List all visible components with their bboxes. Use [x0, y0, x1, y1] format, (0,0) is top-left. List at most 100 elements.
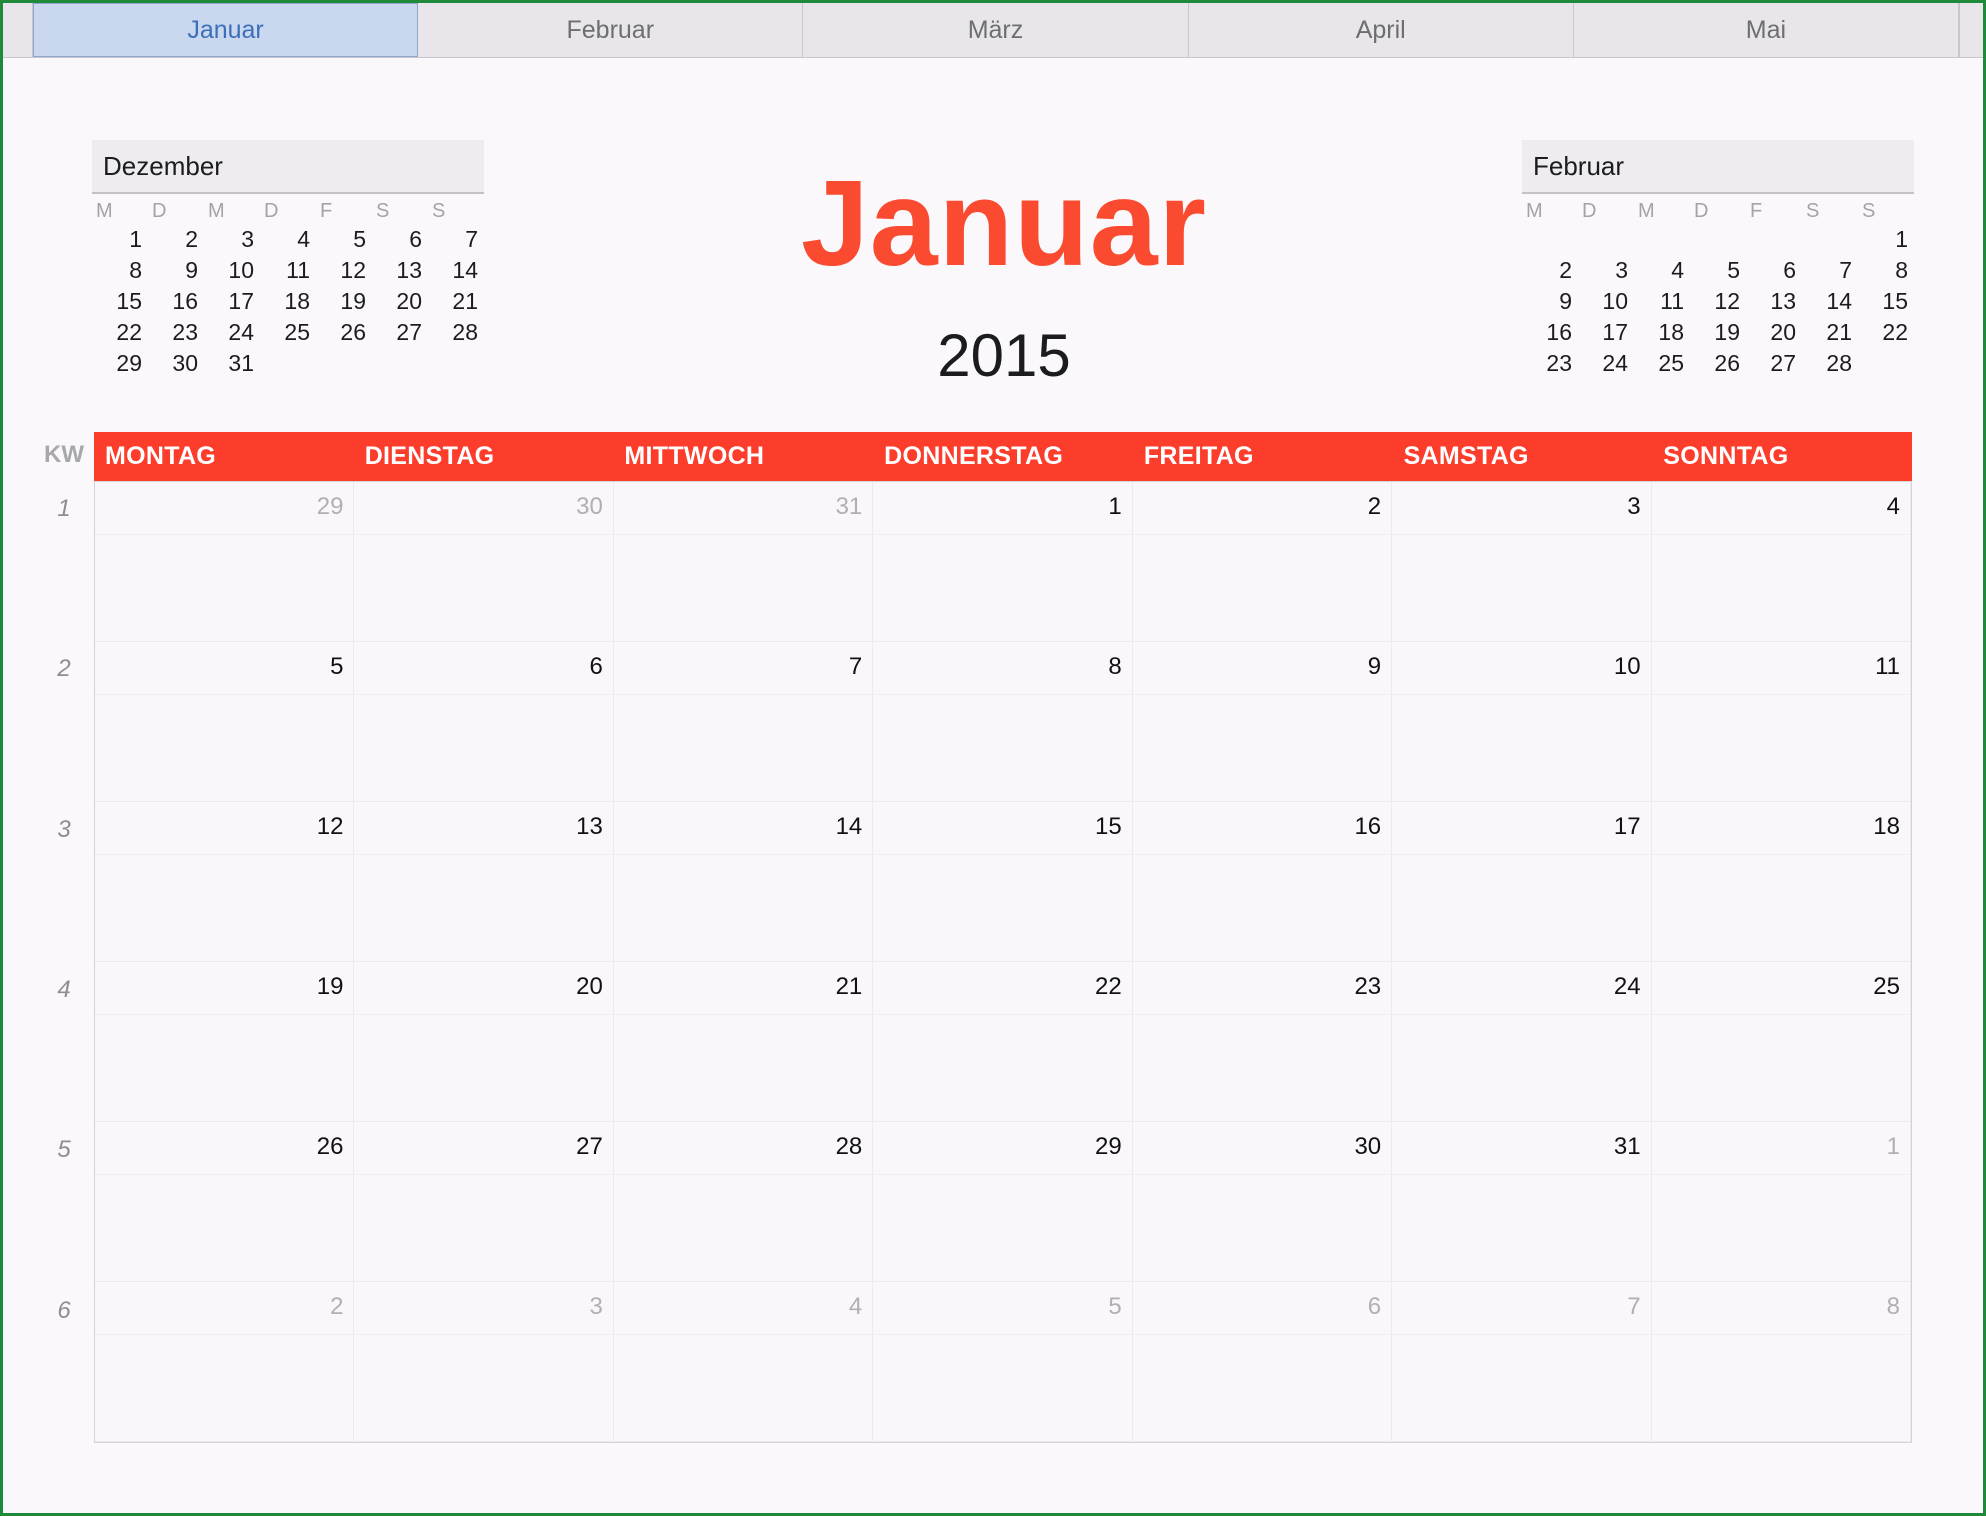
mini-day[interactable]: 16: [1522, 317, 1578, 348]
day-cell[interactable]: 20: [354, 962, 614, 1122]
mini-day[interactable]: 11: [1634, 286, 1690, 317]
day-cell[interactable]: 2: [95, 1282, 355, 1442]
tab-maerz[interactable]: März: [803, 3, 1189, 57]
mini-day[interactable]: 27: [1746, 348, 1802, 379]
mini-day[interactable]: 14: [1802, 286, 1858, 317]
mini-day[interactable]: 11: [260, 255, 316, 286]
tab-januar[interactable]: Januar: [32, 3, 419, 57]
mini-day[interactable]: 24: [204, 317, 260, 348]
mini-day[interactable]: 28: [1802, 348, 1858, 379]
day-cell[interactable]: 16: [1132, 802, 1393, 962]
mini-day[interactable]: 10: [204, 255, 260, 286]
day-cell[interactable]: 7: [1392, 1282, 1652, 1442]
mini-day[interactable]: 20: [1746, 317, 1802, 348]
mini-day[interactable]: 7: [428, 224, 484, 255]
mini-day[interactable]: 10: [1578, 286, 1634, 317]
mini-day[interactable]: 7: [1802, 255, 1858, 286]
mini-day[interactable]: 28: [428, 317, 484, 348]
day-cell[interactable]: 6: [1132, 1282, 1393, 1442]
mini-day[interactable]: 5: [1690, 255, 1746, 286]
mini-day[interactable]: 4: [1634, 255, 1690, 286]
mini-day[interactable]: 9: [1522, 286, 1578, 317]
mini-day[interactable]: 13: [1746, 286, 1802, 317]
day-cell[interactable]: 24: [1392, 962, 1652, 1122]
mini-day[interactable]: 23: [1522, 348, 1578, 379]
day-cell[interactable]: 2: [1132, 482, 1393, 642]
day-cell[interactable]: 21: [613, 962, 874, 1122]
day-cell[interactable]: 11: [1651, 642, 1911, 802]
mini-day[interactable]: 12: [1690, 286, 1746, 317]
day-cell[interactable]: 1: [873, 482, 1133, 642]
mini-day[interactable]: 21: [1802, 317, 1858, 348]
day-cell[interactable]: 4: [613, 1282, 874, 1442]
day-cell[interactable]: 12: [95, 802, 355, 962]
day-cell[interactable]: 3: [354, 1282, 614, 1442]
day-cell[interactable]: 5: [95, 642, 355, 802]
day-cell[interactable]: 8: [1651, 1282, 1911, 1442]
mini-day[interactable]: 1: [92, 224, 148, 255]
mini-day[interactable]: 8: [1858, 255, 1914, 286]
day-cell[interactable]: 15: [873, 802, 1133, 962]
mini-day[interactable]: 17: [1578, 317, 1634, 348]
day-cell[interactable]: 13: [354, 802, 614, 962]
mini-day[interactable]: 9: [148, 255, 204, 286]
day-cell[interactable]: 27: [354, 1122, 614, 1282]
mini-day[interactable]: 19: [316, 286, 372, 317]
day-cell[interactable]: 31: [1392, 1122, 1652, 1282]
day-cell[interactable]: 17: [1392, 802, 1652, 962]
mini-day[interactable]: 4: [260, 224, 316, 255]
mini-day[interactable]: 2: [1522, 255, 1578, 286]
day-cell[interactable]: 31: [613, 482, 874, 642]
mini-day[interactable]: 20: [372, 286, 428, 317]
mini-day[interactable]: 24: [1578, 348, 1634, 379]
day-cell[interactable]: 1: [1651, 1122, 1911, 1282]
day-cell[interactable]: 28: [613, 1122, 874, 1282]
tab-februar[interactable]: Februar: [418, 3, 804, 57]
day-cell[interactable]: 8: [873, 642, 1133, 802]
mini-day[interactable]: 19: [1690, 317, 1746, 348]
mini-day[interactable]: 3: [204, 224, 260, 255]
day-cell[interactable]: 3: [1392, 482, 1652, 642]
day-cell[interactable]: 7: [613, 642, 874, 802]
mini-day[interactable]: 21: [428, 286, 484, 317]
mini-day[interactable]: 30: [148, 348, 204, 379]
mini-day[interactable]: 12: [316, 255, 372, 286]
day-cell[interactable]: 14: [613, 802, 874, 962]
day-cell[interactable]: 6: [354, 642, 614, 802]
mini-day[interactable]: 16: [148, 286, 204, 317]
mini-day[interactable]: 27: [372, 317, 428, 348]
mini-day[interactable]: 6: [372, 224, 428, 255]
day-cell[interactable]: 23: [1132, 962, 1393, 1122]
mini-day[interactable]: 26: [316, 317, 372, 348]
mini-day[interactable]: 3: [1578, 255, 1634, 286]
mini-day[interactable]: 18: [260, 286, 316, 317]
mini-day[interactable]: 23: [148, 317, 204, 348]
mini-day[interactable]: 2: [148, 224, 204, 255]
mini-day[interactable]: 5: [316, 224, 372, 255]
mini-day[interactable]: 25: [260, 317, 316, 348]
day-cell[interactable]: 29: [873, 1122, 1133, 1282]
mini-day[interactable]: 29: [92, 348, 148, 379]
mini-day[interactable]: 8: [92, 255, 148, 286]
mini-day[interactable]: 18: [1634, 317, 1690, 348]
day-cell[interactable]: 10: [1392, 642, 1652, 802]
day-cell[interactable]: 25: [1651, 962, 1911, 1122]
mini-day[interactable]: 26: [1690, 348, 1746, 379]
day-cell[interactable]: 30: [354, 482, 614, 642]
mini-day[interactable]: 31: [204, 348, 260, 379]
day-cell[interactable]: 9: [1132, 642, 1393, 802]
day-cell[interactable]: 30: [1132, 1122, 1393, 1282]
day-cell[interactable]: 22: [873, 962, 1133, 1122]
day-cell[interactable]: 29: [95, 482, 355, 642]
mini-day[interactable]: 15: [1858, 286, 1914, 317]
day-cell[interactable]: 19: [95, 962, 355, 1122]
tab-april[interactable]: April: [1189, 3, 1574, 57]
mini-day[interactable]: 22: [1858, 317, 1914, 348]
mini-day[interactable]: 25: [1634, 348, 1690, 379]
mini-day[interactable]: 6: [1746, 255, 1802, 286]
mini-day[interactable]: 14: [428, 255, 484, 286]
mini-day[interactable]: 17: [204, 286, 260, 317]
mini-day[interactable]: 13: [372, 255, 428, 286]
day-cell[interactable]: 18: [1651, 802, 1911, 962]
mini-day[interactable]: 1: [1858, 224, 1914, 255]
